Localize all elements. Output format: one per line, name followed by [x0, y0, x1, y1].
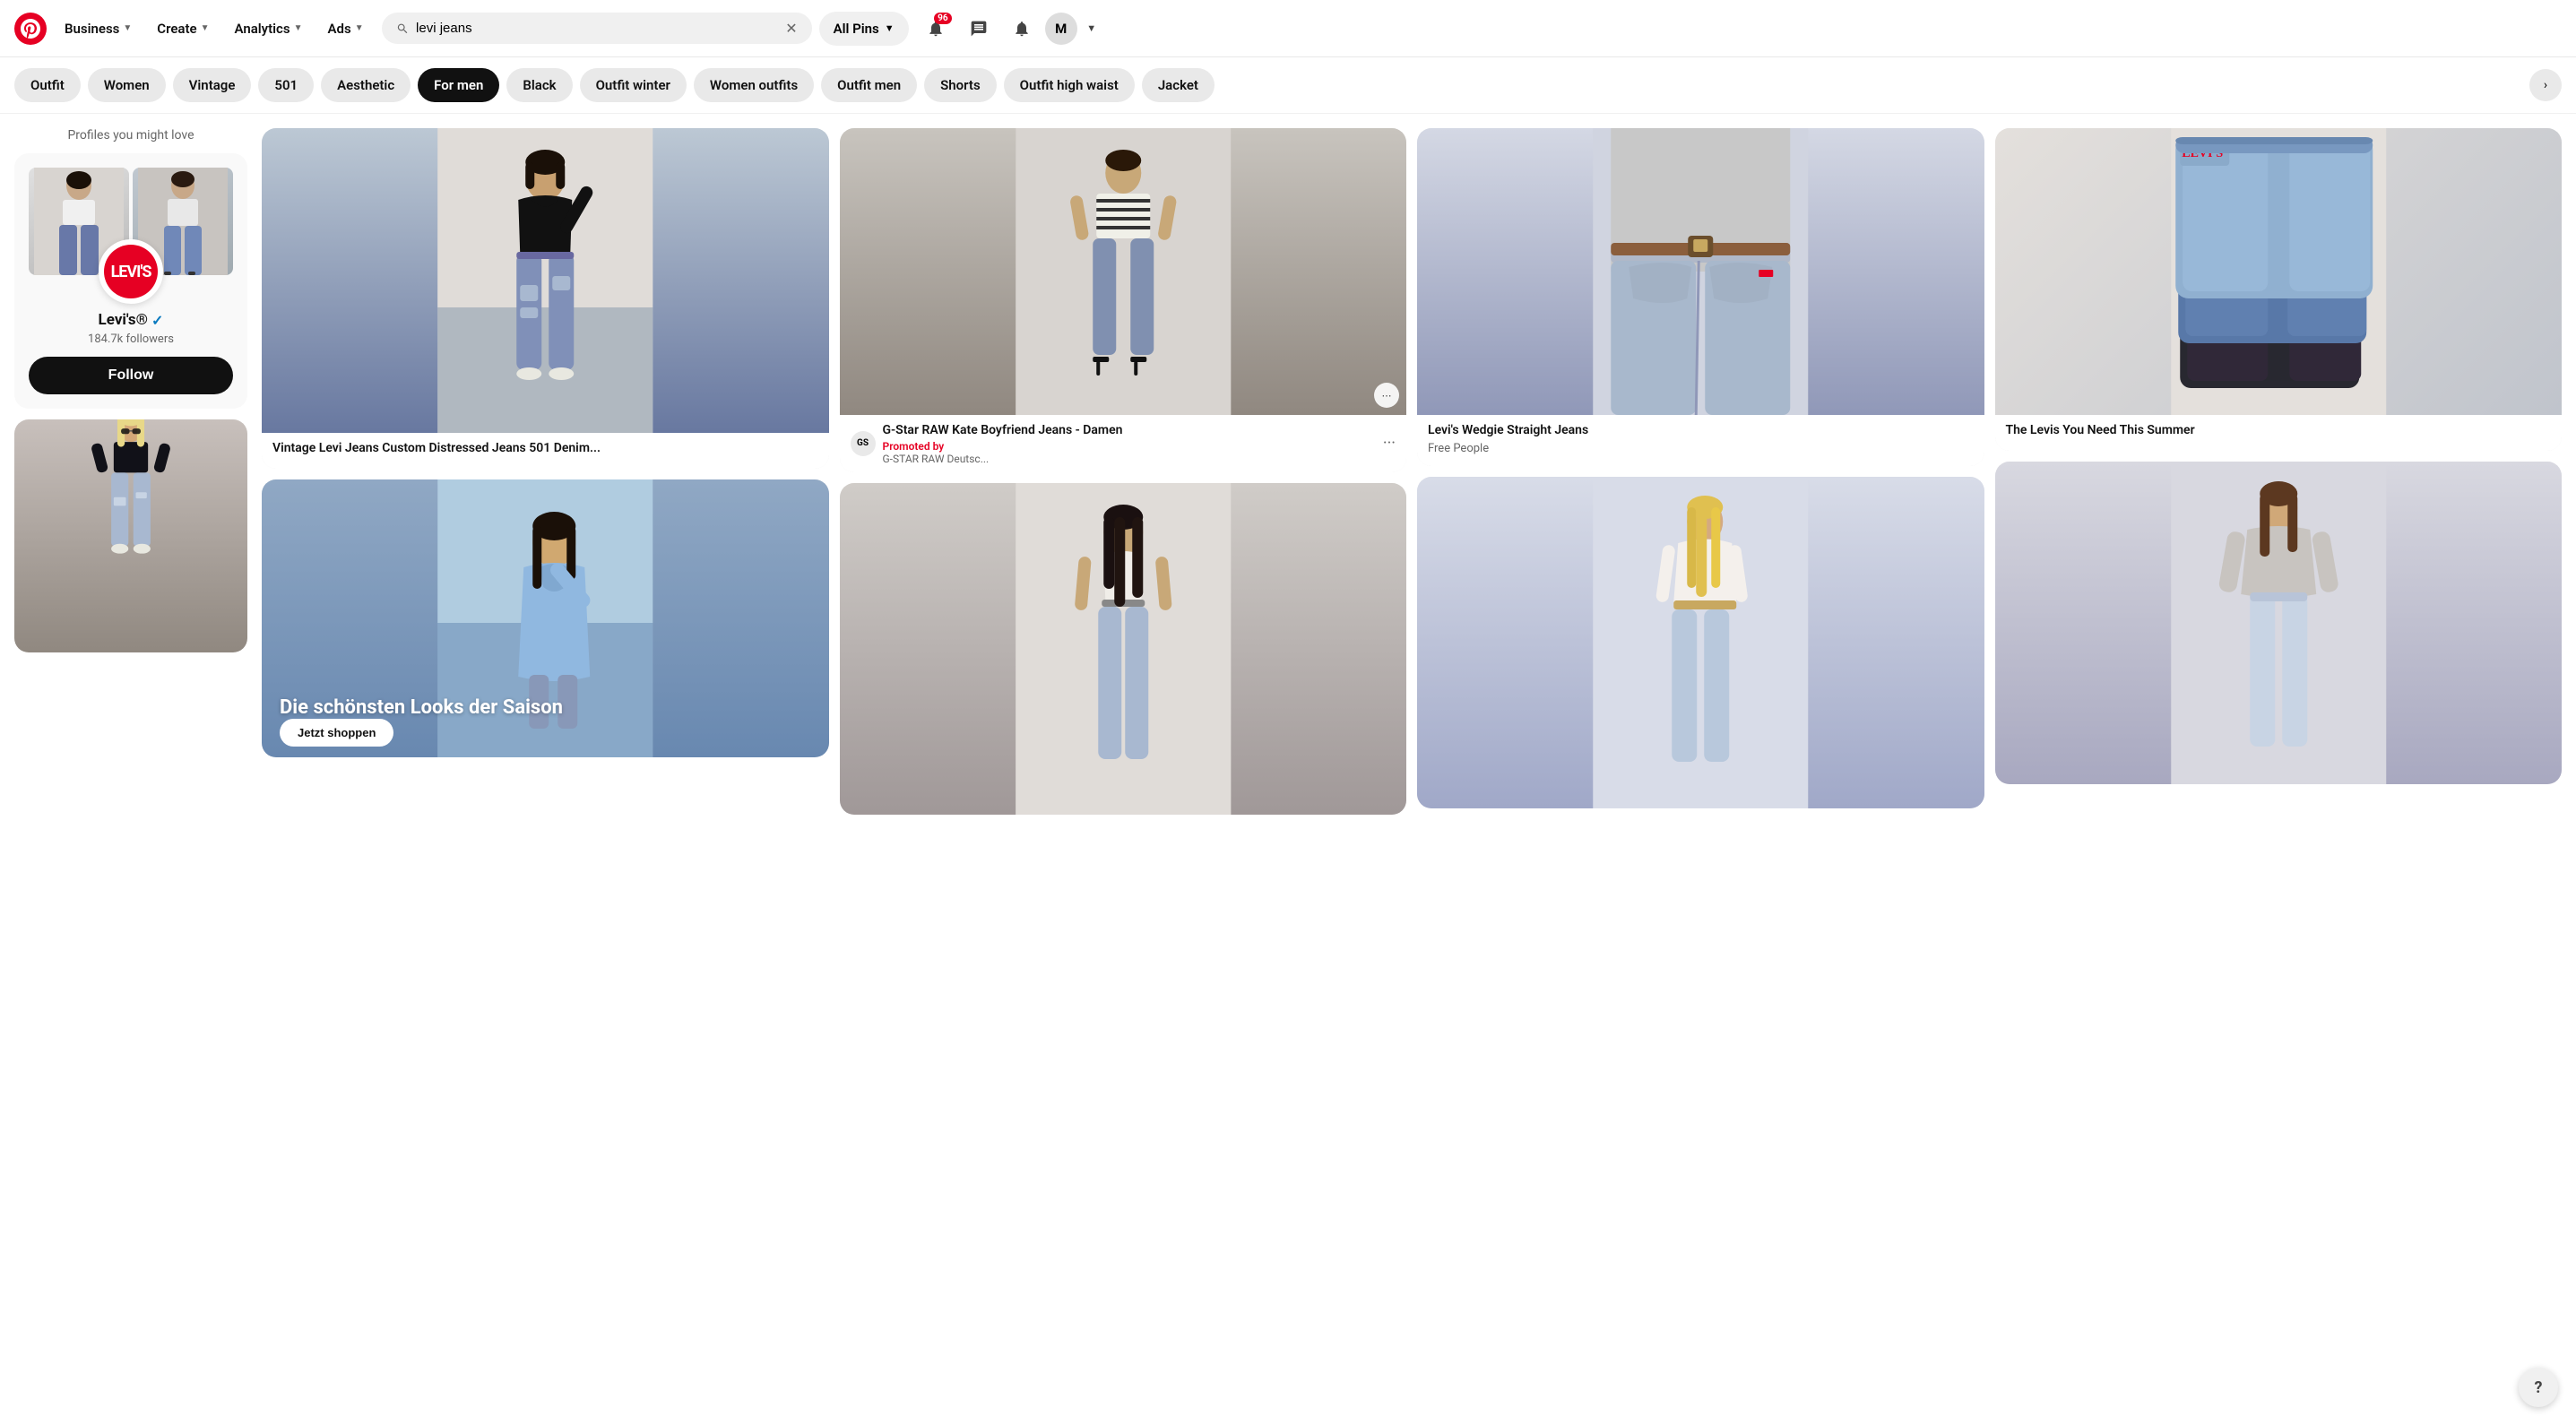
clear-search-icon[interactable]: ✕	[785, 20, 797, 37]
pin-ad-looks[interactable]: Die schönsten Looks der Saison Jetzt sho…	[262, 479, 829, 757]
pin-levis-summer[interactable]: LEVI'S Save The Levis You Need This Summ…	[1995, 128, 2563, 451]
search-icon	[396, 22, 409, 36]
pill-vintage[interactable]: Vintage	[173, 68, 252, 102]
pin-straight-jeans[interactable]: Save	[840, 483, 1407, 815]
create-chevron-icon: ▼	[201, 23, 210, 33]
pin-title-wedgie: Levi's Wedgie Straight Jeans	[1428, 422, 1974, 440]
gstar-image	[840, 128, 1407, 415]
ad-cta-button[interactable]: Jetzt shoppen	[280, 719, 393, 747]
pin-info-summer: The Levis You Need This Summer	[1995, 415, 2563, 451]
pill-women-outfits[interactable]: Women outfits	[694, 68, 814, 102]
pill-shorts[interactable]: Shorts	[924, 68, 997, 102]
help-button[interactable]: ?	[2519, 1368, 2558, 1407]
profile-card-secondary[interactable]	[14, 419, 247, 652]
person-figure	[68, 419, 194, 635]
pill-501[interactable]: 501	[258, 68, 314, 102]
verified-icon: ✓	[151, 312, 163, 329]
filter-next-button[interactable]: ›	[2529, 69, 2562, 101]
profiles-section-title: Profiles you might love	[14, 128, 247, 142]
levis-summer-image: LEVI'S	[1995, 128, 2563, 415]
vintage-jeans-image	[262, 128, 829, 433]
pill-women[interactable]: Women	[88, 68, 166, 102]
straight-jeans-image	[840, 483, 1407, 815]
pin-levis-wedgie[interactable]: Save Levi's Wedgie Straight Jeans Free P…	[1417, 128, 1984, 466]
nav-analytics[interactable]: Analytics ▼	[224, 13, 314, 44]
levis-wedgie-image	[1417, 128, 1984, 415]
pin-title-summer: The Levis You Need This Summer	[2006, 422, 2552, 440]
pin-look-card[interactable]: Save	[1995, 462, 2563, 784]
profile-avatar-levis: LEVI'S	[99, 239, 163, 304]
light-jeans-image	[1417, 477, 1984, 808]
nav-business[interactable]: Business ▼	[54, 13, 143, 44]
alerts-button[interactable]	[1002, 9, 1042, 48]
pill-outfit-high-waist[interactable]: Outfit high waist	[1004, 68, 1135, 102]
ads-chevron-icon: ▼	[355, 23, 364, 33]
pill-outfit-winter[interactable]: Outfit winter	[580, 68, 687, 102]
profile-name: Levi's® ✓	[29, 311, 233, 329]
header-icons: 96 M ▼	[916, 9, 1102, 48]
analytics-chevron-icon: ▼	[294, 23, 303, 33]
promoted-avatar: GS	[851, 431, 876, 456]
pill-black[interactable]: Black	[506, 68, 572, 102]
promoted-title: G-Star RAW Kate Boyfriend Jeans - Damen	[883, 422, 1376, 440]
account-chevron[interactable]: ▼	[1081, 9, 1102, 48]
notification-badge: 96	[934, 13, 951, 24]
messages-button[interactable]	[959, 9, 998, 48]
pin-source-wedgie: Free People	[1428, 442, 1974, 455]
main-content: Profiles you might love	[0, 114, 2576, 829]
main-nav: Business ▼ Create ▼ Analytics ▼ Ads ▼	[54, 13, 375, 44]
search-bar: ✕	[382, 13, 812, 44]
pill-outfit-men[interactable]: Outfit men	[821, 68, 917, 102]
levis-logo: LEVI'S	[104, 245, 158, 298]
promoted-info: G-Star RAW Kate Boyfriend Jeans - Damen …	[883, 422, 1376, 465]
sidebar: Profiles you might love	[14, 128, 247, 815]
search-input[interactable]	[416, 21, 778, 36]
business-chevron-icon: ▼	[123, 23, 132, 33]
pin-vintage-jeans[interactable]: Save Vintage Levi Jeans Custom Distresse…	[262, 128, 829, 469]
promoted-source: G-STAR RAW Deutsc...	[883, 453, 1376, 465]
look-image	[1995, 462, 2563, 784]
pin-light-jeans[interactable]: Save	[1417, 477, 1984, 808]
pill-for-men[interactable]: For men	[418, 68, 499, 102]
follow-button[interactable]: Follow	[29, 357, 233, 394]
pins-grid: Save Vintage Levi Jeans Custom Distresse…	[262, 128, 2562, 815]
user-avatar[interactable]: M	[1045, 13, 1077, 45]
pin-info-vintage: Vintage Levi Jeans Custom Distressed Jea…	[262, 433, 829, 469]
pin-promoted-gstar: GS G-Star RAW Kate Boyfriend Jeans - Dam…	[840, 415, 1407, 472]
notifications-button[interactable]: 96	[916, 9, 955, 48]
pin-title-vintage: Vintage Levi Jeans Custom Distressed Jea…	[272, 440, 818, 458]
header: Business ▼ Create ▼ Analytics ▼ Ads ▼ ✕ …	[0, 0, 2576, 57]
pinterest-logo[interactable]	[14, 13, 47, 45]
nav-ads[interactable]: Ads ▼	[317, 13, 375, 44]
promoted-label: Promoted by	[883, 440, 1376, 453]
profile-followers: 184.7k followers	[29, 332, 233, 346]
pin-info-wedgie: Levi's Wedgie Straight Jeans Free People	[1417, 415, 1984, 466]
pin-gstar[interactable]: ⋯ Save GS G-Star RAW Kate Boyfriend Jean…	[840, 128, 1407, 472]
pill-jacket[interactable]: Jacket	[1142, 68, 1215, 102]
secondary-profile-image	[14, 419, 247, 652]
pill-aesthetic[interactable]: Aesthetic	[321, 68, 411, 102]
all-pins-chevron-icon: ▼	[885, 22, 895, 34]
filter-bar: Outfit Women Vintage 501 Aesthetic For m…	[0, 57, 2576, 114]
promoted-more-icon[interactable]: ···	[1383, 434, 1396, 453]
all-pins-dropdown[interactable]: All Pins ▼	[819, 12, 909, 46]
profile-card-levis: LEVI'S Levi's® ✓ 184.7k followers Follow	[14, 153, 247, 409]
pill-outfit[interactable]: Outfit	[14, 68, 81, 102]
nav-create[interactable]: Create ▼	[146, 13, 220, 44]
more-options-icon[interactable]: ⋯	[1374, 383, 1399, 408]
ad-overlay-text: Die schönsten Looks der Saison	[280, 695, 563, 721]
